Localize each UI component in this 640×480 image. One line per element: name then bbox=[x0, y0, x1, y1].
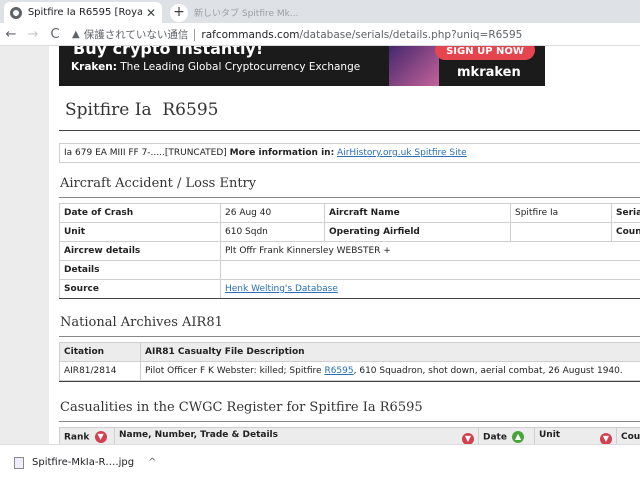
name-header-label: Name, Number, Trade & Details bbox=[119, 429, 278, 440]
address-bar[interactable]: ▲ 保護されていない通信 rafcommands.com/database/se… bbox=[72, 25, 640, 44]
description-header: AIR81 Casualty File Description bbox=[140, 342, 640, 362]
reload-icon[interactable]: C bbox=[44, 27, 66, 42]
page-content: Buy crypto instantly! Kraken: The Leadin… bbox=[49, 46, 640, 444]
citation-value: AIR81/2814 bbox=[59, 361, 141, 381]
archives-table-divider bbox=[59, 381, 640, 382]
cwgc-table: Rank ▼ Name, Number, Trade & Details ▼ Da… bbox=[59, 427, 640, 444]
source-label: Source bbox=[59, 279, 221, 299]
sort-down-icon[interactable]: ▼ bbox=[600, 432, 612, 444]
archives-divider bbox=[59, 336, 640, 337]
accident-heading: Aircraft Accident / Loss Entry bbox=[60, 176, 257, 191]
info-text: Ia 679 EA MIII FF 7-.....[TRUNCATED] bbox=[64, 148, 230, 158]
airfield-label: Operating Airfield bbox=[324, 222, 511, 242]
url-path[interactable]: /database/serials/details.php?uniq=R6595 bbox=[299, 29, 522, 41]
forward-icon[interactable]: → bbox=[22, 27, 44, 42]
aircraft-value: Spitfire Ia bbox=[510, 203, 612, 223]
ad-banner[interactable]: Buy crypto instantly! Kraken: The Leadin… bbox=[59, 46, 545, 86]
table-row: Source Henk Welting's Database bbox=[59, 279, 640, 299]
info-more-label: More information in: bbox=[229, 148, 335, 158]
table-row: AIR81/2814 Pilot Officer F K Webster: ki… bbox=[59, 361, 640, 381]
description-text-end: , 610 Squadron, shot down, aerial combat… bbox=[353, 366, 623, 376]
aircraft-label: Aircraft Name bbox=[324, 203, 511, 223]
warning-icon[interactable]: ▲ bbox=[72, 29, 80, 40]
description-value: Pilot Officer F K Webster: killed; Spitf… bbox=[140, 361, 640, 381]
source-link[interactable]: Henk Welting's Database bbox=[225, 284, 338, 294]
title-divider bbox=[59, 130, 640, 131]
date-label: Date of Crash bbox=[59, 203, 221, 223]
table-header-row: Rank ▼ Name, Number, Trade & Details ▼ Da… bbox=[59, 427, 640, 444]
table-row: Aircrew details Plt Offr Frank Kinnersle… bbox=[59, 241, 640, 261]
divider bbox=[194, 28, 196, 41]
ad-signup-button[interactable]: SIGN UP NOW bbox=[435, 46, 535, 60]
sort-up-icon[interactable]: ▲ bbox=[512, 431, 525, 443]
kraken-logo: mkraken bbox=[457, 65, 521, 80]
ad-headline: Buy crypto instantly! bbox=[73, 46, 264, 58]
table-row: Date of Crash 26 Aug 40 Aircraft Name Sp… bbox=[59, 203, 640, 223]
file-icon bbox=[14, 456, 24, 469]
sort-down-icon[interactable]: ▼ bbox=[462, 432, 474, 444]
ad-brand: Kraken: bbox=[71, 61, 117, 73]
citation-header: Citation bbox=[59, 342, 141, 362]
details-value bbox=[220, 260, 640, 280]
airfield-value bbox=[510, 222, 612, 242]
serial-link[interactable]: R6595 bbox=[324, 366, 353, 376]
globe-icon bbox=[10, 6, 22, 19]
date-value: 26 Aug 40 bbox=[220, 203, 325, 223]
unit-header-label: Unit bbox=[539, 429, 561, 440]
new-tab-button[interactable]: + bbox=[170, 4, 188, 22]
insecure-label[interactable]: 保護されていない通信 bbox=[84, 27, 189, 42]
country-header[interactable]: Coun bbox=[616, 427, 640, 444]
download-filename[interactable]: Spitfire-MkIa-R….jpg bbox=[32, 457, 134, 468]
ad-tagline-text: The Leading Global Cryptocurrency Exchan… bbox=[116, 61, 361, 73]
table-header-row: Citation AIR81 Casualty File Description bbox=[59, 342, 640, 362]
details-label: Details bbox=[59, 260, 221, 280]
archives-heading: National Archives AIR81 bbox=[60, 315, 223, 330]
aircrew-label: Aircrew details bbox=[59, 241, 221, 261]
ad-tagline: Kraken: The Leading Global Cryptocurrenc… bbox=[71, 61, 360, 73]
date-header[interactable]: Date ▲ bbox=[478, 427, 535, 444]
info-box: Ia 679 EA MIII FF 7-.....[TRUNCATED] Mor… bbox=[59, 143, 640, 163]
table-divider bbox=[59, 298, 640, 299]
aircrew-value: Plt Offr Frank Kinnersley WEBSTER + bbox=[220, 241, 640, 261]
name-header[interactable]: Name, Number, Trade & Details ▼ bbox=[114, 427, 479, 444]
accident-divider bbox=[59, 197, 640, 198]
archives-table: Citation AIR81 Casualty File Description… bbox=[59, 342, 640, 381]
serial-label: Seria bbox=[611, 203, 640, 223]
source-value: Henk Welting's Database bbox=[220, 279, 640, 299]
tab-title: Spitfire Ia R6595 [Royal Air F bbox=[27, 7, 142, 18]
sort-down-icon[interactable]: ▼ bbox=[94, 431, 107, 443]
browser-toolbar: ← → C ▲ 保護されていない通信 rafcommands.com/datab… bbox=[0, 23, 640, 46]
chevron-up-icon[interactable]: ^ bbox=[148, 457, 156, 468]
unit-value: 610 Sqdn bbox=[220, 222, 325, 242]
page-viewport: Buy crypto instantly! Kraken: The Leadin… bbox=[0, 46, 640, 444]
country-label: Coun bbox=[611, 222, 640, 242]
tab-bar: Spitfire Ia R6595 [Royal Air F ✕ + 新しいタブ… bbox=[0, 0, 640, 23]
table-row: Details bbox=[59, 260, 640, 280]
rank-header-label: Rank bbox=[64, 432, 90, 443]
accident-table: Date of Crash 26 Aug 40 Aircraft Name Sp… bbox=[59, 203, 640, 299]
unit-header[interactable]: Unit ▼ bbox=[534, 427, 617, 444]
unit-label: Unit bbox=[59, 222, 221, 242]
browser-tab[interactable]: Spitfire Ia R6595 [Royal Air F ✕ bbox=[4, 2, 162, 23]
back-icon[interactable]: ← bbox=[0, 27, 22, 42]
download-bar: Spitfire-MkIa-R….jpg ^ bbox=[0, 444, 640, 480]
table-row: Unit 610 Sqdn Operating Airfield Coun bbox=[59, 222, 640, 242]
url-host[interactable]: rafcommands.com bbox=[201, 29, 299, 41]
background-tab[interactable]: 新しいタブ Spitfire Mk... bbox=[194, 6, 298, 19]
description-text: Pilot Officer F K Webster: killed; Spitf… bbox=[145, 366, 325, 376]
cwgc-divider bbox=[59, 421, 640, 422]
ad-illustration bbox=[389, 46, 439, 86]
cwgc-heading: Casualities in the CWGC Register for Spi… bbox=[60, 400, 423, 415]
page-title: Spitfire Ia R6595 bbox=[65, 100, 219, 120]
tab-close-icon[interactable]: ✕ bbox=[146, 7, 156, 19]
date-header-label: Date bbox=[483, 432, 507, 443]
airhistory-link[interactable]: AirHistory.org.uk Spitfire Site bbox=[337, 148, 467, 158]
rank-header[interactable]: Rank ▼ bbox=[59, 427, 115, 444]
